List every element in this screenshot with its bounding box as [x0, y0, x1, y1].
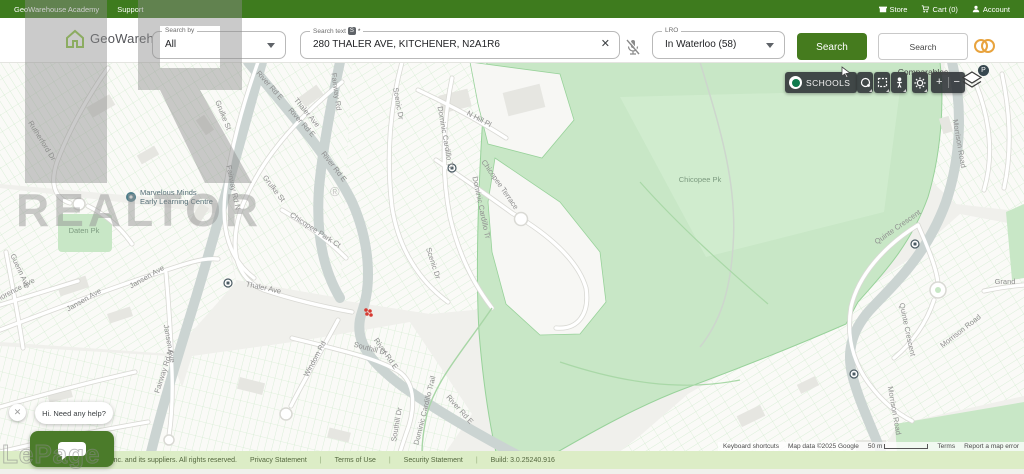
poi-label: Early Learning Centre	[140, 197, 213, 206]
account-link[interactable]: Account	[972, 5, 1010, 14]
keyboard-shortcuts-link[interactable]: Keyboard shortcuts	[723, 443, 779, 450]
required-marker: *	[358, 28, 361, 35]
store-icon	[879, 5, 887, 13]
cart-link[interactable]: Cart (0)	[921, 5, 957, 14]
build-version: Build: 3.0.25240.916	[491, 457, 555, 464]
scale-bar	[884, 444, 928, 449]
privacy-statement-link[interactable]: Privacy Statement	[250, 457, 307, 464]
map-canvas[interactable]: Marvelous Minds Early Learning Centre Th…	[0, 62, 1024, 469]
shortcut-badge: S	[348, 27, 356, 35]
search-by-value: All	[153, 32, 285, 58]
academy-link[interactable]: GeoWarehouse Academy	[14, 5, 99, 14]
scale-control: 50 m	[868, 443, 928, 450]
store-link[interactable]: Store	[879, 5, 908, 14]
search-by-dropdown[interactable]: Search by All	[152, 31, 286, 59]
chevron-down-icon	[267, 43, 275, 48]
polygon-draw-tool-button[interactable]	[874, 72, 890, 93]
parcels-badge[interactable]: P	[978, 65, 989, 76]
search-button[interactable]: Search	[797, 33, 867, 60]
lro-value: In Waterloo (58)	[653, 32, 784, 58]
terms-link[interactable]: Terms	[937, 443, 955, 450]
park-label: Chicopee Pk	[679, 175, 722, 184]
map-data-credit: Map data ©2025 Google	[788, 443, 859, 450]
cart-icon	[921, 5, 929, 13]
lro-dropdown[interactable]: LRO In Waterloo (58)	[652, 31, 785, 59]
chat-close-button[interactable]: ✕	[9, 404, 26, 421]
microphone-off-icon[interactable]	[625, 38, 641, 56]
terms-of-use-link[interactable]: Terms of Use	[335, 457, 376, 464]
search-text-field[interactable]: Search text S * 280 THALER AVE, KITCHENE…	[300, 31, 620, 59]
security-statement-link[interactable]: Security Statement	[404, 457, 463, 464]
chat-launcher-button[interactable]	[30, 431, 114, 467]
svg-text:Grand: Grand	[995, 277, 1016, 286]
schools-icon	[789, 76, 802, 89]
clear-search-icon[interactable]: ✕	[601, 37, 610, 50]
footer-bar: Copyright © 2025 Teranet Inc. and its su…	[0, 451, 1024, 469]
map-attribution: Keyboard shortcuts Map data ©2025 Google…	[718, 442, 1024, 451]
support-link[interactable]: Support	[117, 5, 143, 14]
park-label: Daten Pk	[69, 226, 100, 235]
geowarehouse-app: { "topbar": { "academy": "GeoWarehouse A…	[0, 0, 1024, 469]
top-bar: GeoWarehouse Academy Support Store Cart …	[0, 0, 1024, 18]
search-comparables-button[interactable]: Search Comparables	[878, 33, 968, 60]
search-text-value: 280 THALER AVE, KITCHENER, N2A1R6	[301, 32, 619, 58]
poi-label: Marvelous Minds	[140, 188, 197, 197]
search-header: GeoWarehouse® Search by All Search text …	[0, 18, 1024, 63]
chevron-down-icon	[766, 43, 774, 48]
chat-message: Hi. Need any help?	[35, 402, 113, 424]
comparables-help-icon[interactable]	[972, 37, 996, 55]
radius-circle-icon	[860, 77, 871, 88]
polygon-draw-icon	[877, 77, 888, 88]
report-map-error-link[interactable]: Report a map error	[964, 443, 1019, 450]
chat-bubble-icon	[58, 442, 86, 456]
scale-label: 50 m	[868, 443, 882, 450]
account-icon	[972, 5, 980, 13]
radius-search-tool-button[interactable]	[857, 72, 873, 93]
mouse-cursor-icon	[841, 66, 851, 78]
logo-house-icon	[64, 28, 86, 50]
